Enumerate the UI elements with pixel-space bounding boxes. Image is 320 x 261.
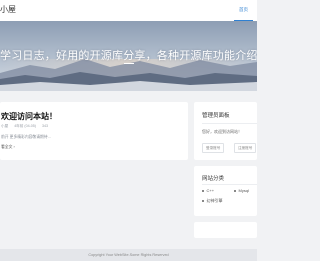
bullet-icon: [202, 200, 204, 202]
read-more-link[interactable]: 看全文 ›: [1, 145, 15, 150]
footer: Copyright Your WebSite.Some Rights Reser…: [0, 249, 257, 261]
admin-panel-title: 管理员面板: [202, 113, 230, 119]
welcome-post-card: 欢迎访问本站！ 小屋 4年前 (04-05) 343 前开 更多精彩内容敬请期待…: [0, 102, 188, 160]
site-title[interactable]: 小屋: [0, 4, 16, 15]
admin-panel: 管理员面板 您好，欢迎到访网站！ 登录账号 注册账号: [194, 102, 257, 160]
sidebar-widget: [194, 222, 257, 238]
post-excerpt: 前开 更多精彩内容敬请期待...: [1, 135, 51, 139]
top-bar: 小屋 首页: [0, 0, 257, 22]
hero-tagline: 学习日志，好用的开源库分享，各种开源库功能介绍: [0, 50, 257, 62]
login-button[interactable]: 登录账号: [202, 143, 225, 153]
post-date: 4年前 (04-05): [14, 124, 36, 128]
post-views: 343: [41, 124, 48, 128]
hero-banner: 学习日志，好用的开源库分享，各种开源库功能介绍: [0, 21, 257, 91]
bullet-icon: [202, 190, 204, 192]
divider: [202, 184, 257, 185]
categories-title: 网站分类: [202, 176, 225, 182]
category-item[interactable]: Mysql: [234, 188, 249, 193]
register-button[interactable]: 注册账号: [234, 143, 257, 153]
categories-panel: 网站分类 C++ Mysql 幻神引擎: [194, 166, 257, 216]
bullet-icon: [234, 190, 236, 192]
admin-greeting: 您好，欢迎到访网站！: [202, 129, 242, 134]
nav-home-link[interactable]: 首页: [234, 0, 253, 21]
category-item[interactable]: C++: [202, 188, 214, 193]
footer-copyright: Copyright Your WebSite.Some Rights Reser…: [88, 253, 169, 257]
post-title[interactable]: 欢迎访问本站！: [1, 111, 57, 122]
post-meta: 小屋 4年前 (04-05) 343: [1, 124, 53, 129]
post-author: 小屋: [1, 124, 9, 128]
category-item[interactable]: 幻神引擎: [202, 198, 223, 204]
hero-divider: [124, 63, 134, 64]
divider: [202, 123, 257, 124]
